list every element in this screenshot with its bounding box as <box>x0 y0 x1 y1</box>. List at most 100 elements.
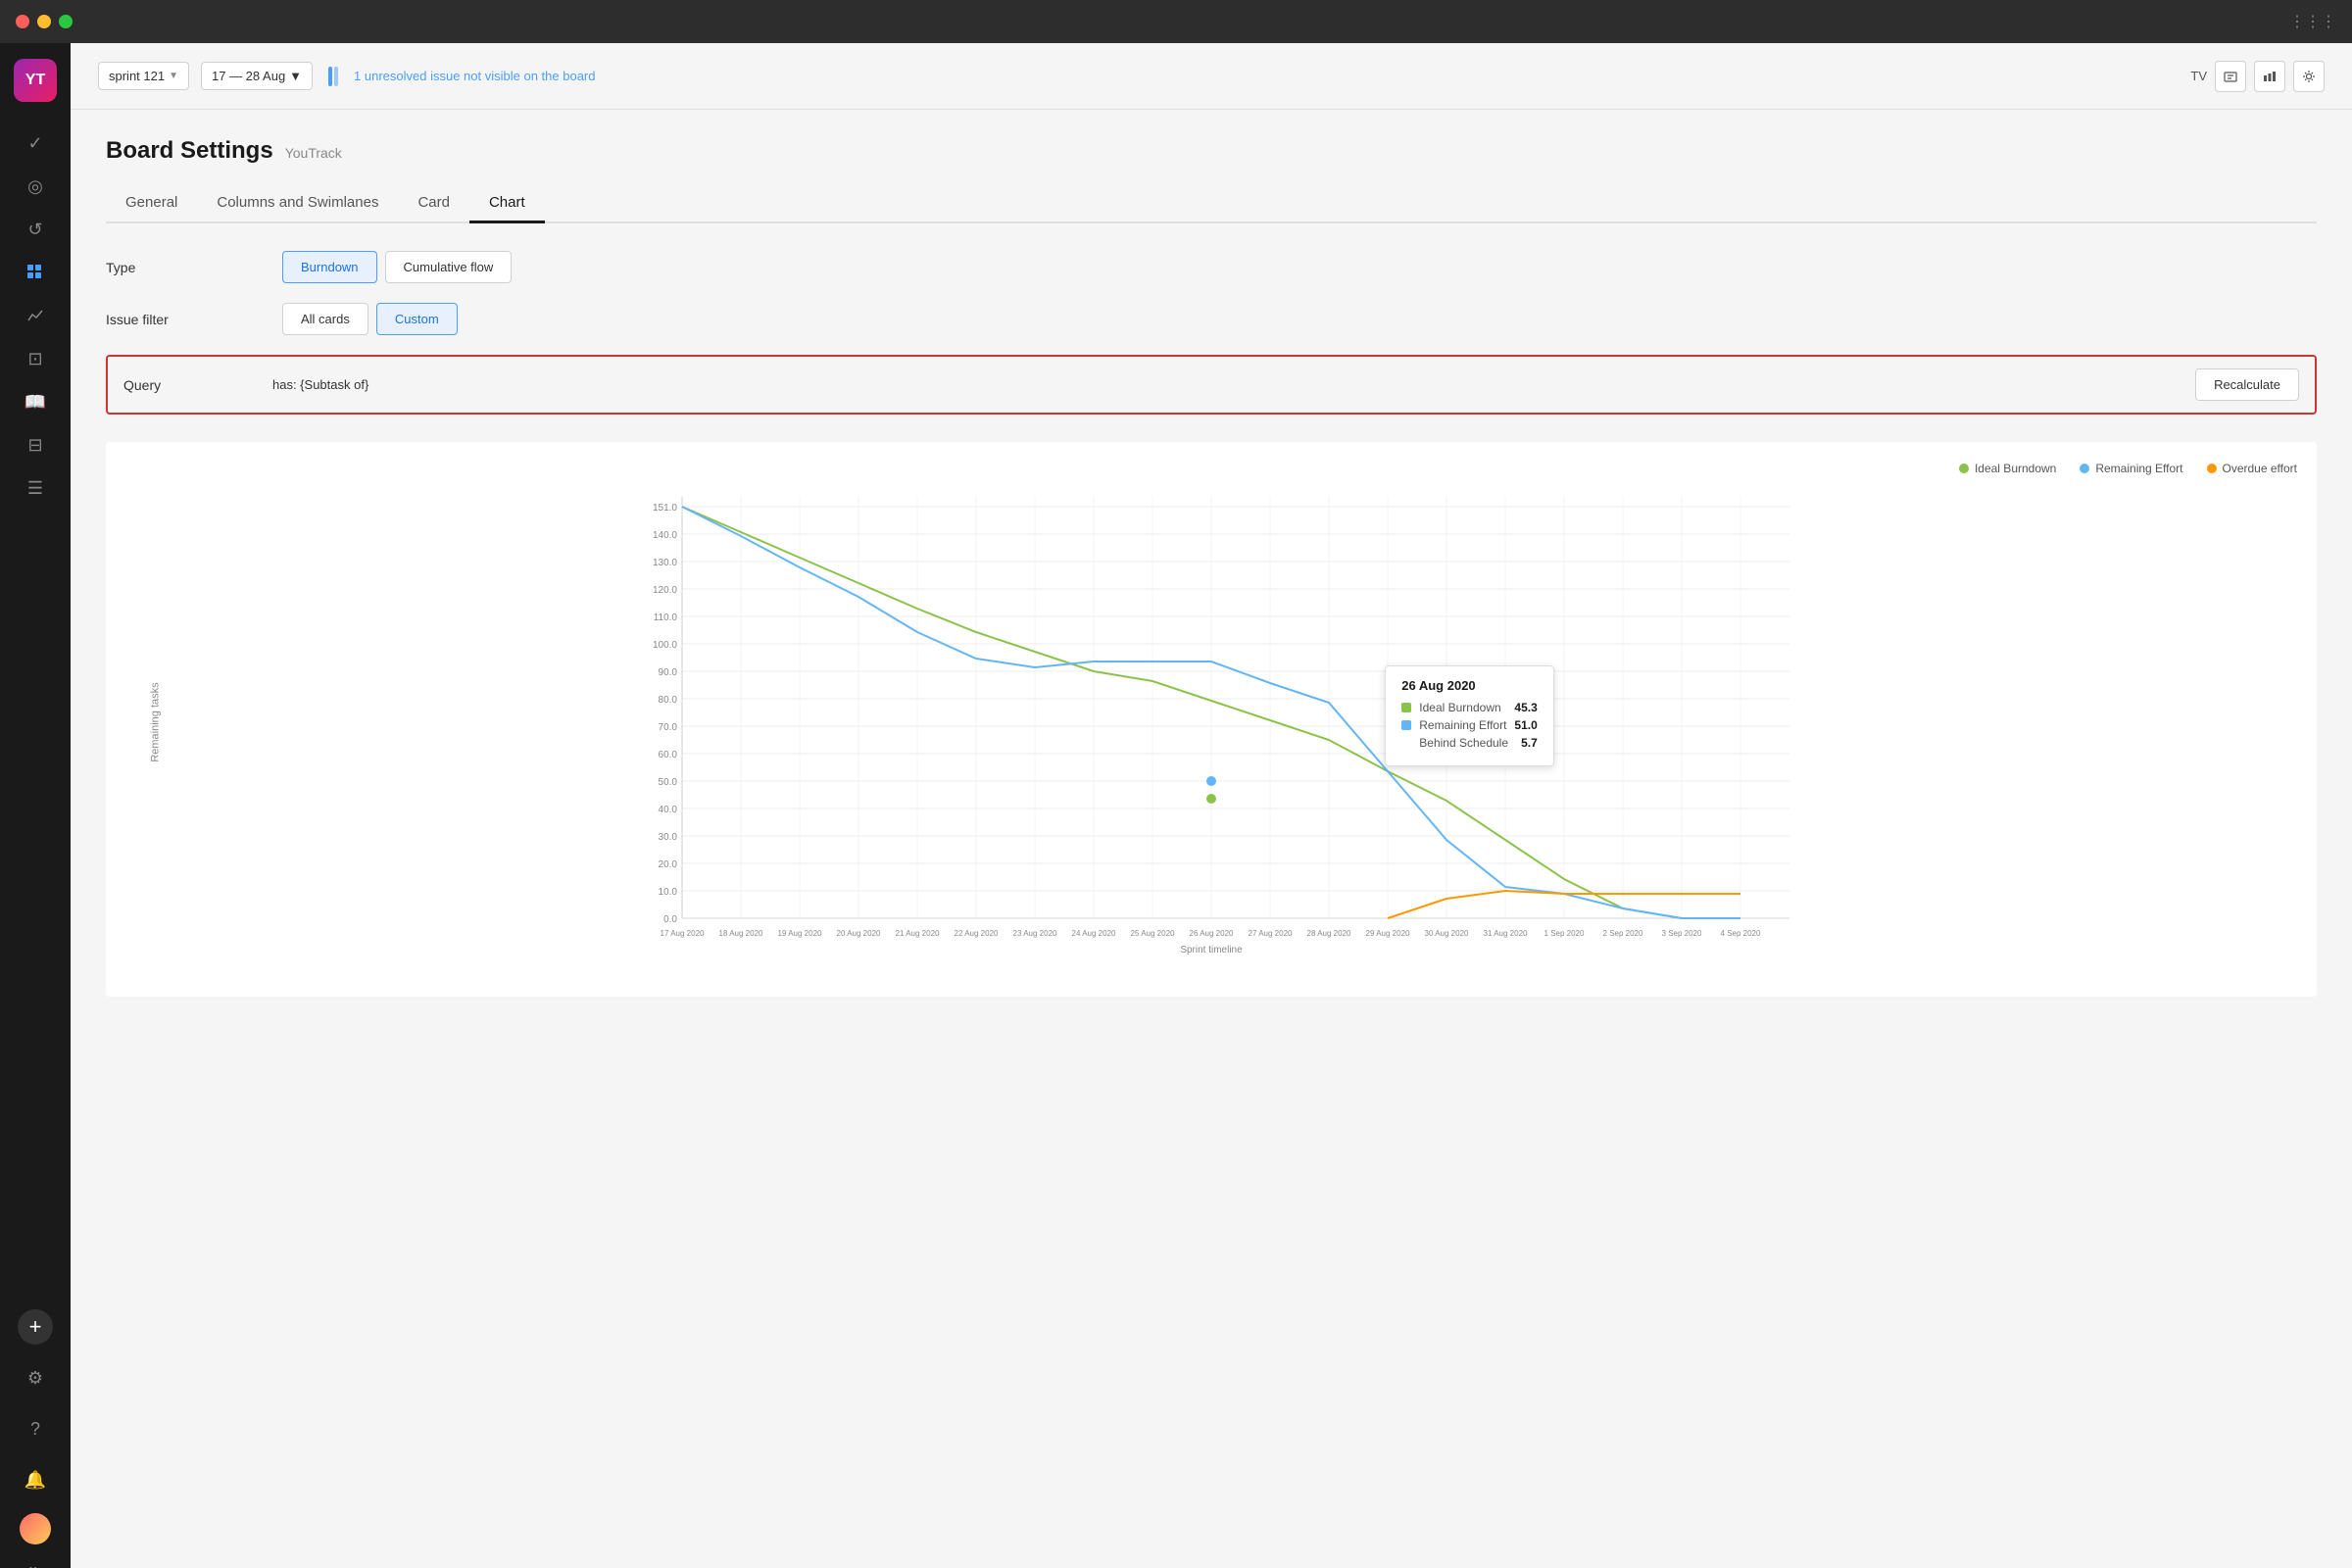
svg-text:130.0: 130.0 <box>653 558 677 568</box>
chart-container: Ideal Burndown Remaining Effort Overdue … <box>106 442 2317 997</box>
tab-general[interactable]: General <box>106 184 197 223</box>
page-header: Board Settings YouTrack <box>106 137 2317 165</box>
svg-text:27 Aug 2020: 27 Aug 2020 <box>1249 929 1293 938</box>
page-subtitle: YouTrack <box>285 145 342 161</box>
svg-text:21 Aug 2020: 21 Aug 2020 <box>896 929 940 938</box>
tab-chart[interactable]: Chart <box>469 184 545 223</box>
board-indicator <box>328 67 338 86</box>
recalculate-button[interactable]: Recalculate <box>2195 368 2299 401</box>
svg-text:3 Sep 2020: 3 Sep 2020 <box>1662 929 1702 938</box>
sprint-selector[interactable]: sprint 121 ▼ <box>98 62 189 90</box>
sidebar-item-history[interactable]: ↺ <box>18 212 53 247</box>
ideal-burndown-label: Ideal Burndown <box>1975 462 2056 475</box>
svg-text:29 Aug 2020: 29 Aug 2020 <box>1366 929 1410 938</box>
cumulative-flow-button[interactable]: Cumulative flow <box>385 251 513 283</box>
remaining-effort-label: Remaining Effort <box>2095 462 2182 475</box>
svg-text:19 Aug 2020: 19 Aug 2020 <box>778 929 822 938</box>
tv-label: TV <box>2190 61 2207 92</box>
svg-text:25 Aug 2020: 25 Aug 2020 <box>1131 929 1175 938</box>
sidebar-item-apps[interactable]: ⊡ <box>18 341 53 376</box>
sidebar-item-board[interactable] <box>18 255 53 290</box>
svg-text:31 Aug 2020: 31 Aug 2020 <box>1484 929 1528 938</box>
date-selector[interactable]: 17 — 28 Aug ▼ <box>201 62 313 90</box>
svg-text:60.0: 60.0 <box>659 750 678 760</box>
overdue-effort-dot <box>2207 464 2217 473</box>
chart-legend: Ideal Burndown Remaining Effort Overdue … <box>125 462 2297 475</box>
legend-remaining-effort: Remaining Effort <box>2080 462 2182 475</box>
svg-text:2 Sep 2020: 2 Sep 2020 <box>1603 929 1643 938</box>
type-options: Burndown Cumulative flow <box>282 251 512 283</box>
sprint-label: sprint 121 <box>109 69 165 83</box>
svg-text:100.0: 100.0 <box>653 640 677 651</box>
svg-text:110.0: 110.0 <box>654 612 678 623</box>
sidebar-item-inbox[interactable]: ⊟ <box>18 427 53 463</box>
svg-text:140.0: 140.0 <box>653 530 677 541</box>
svg-text:20.0: 20.0 <box>659 859 678 870</box>
overdue-effort-label: Overdue effort <box>2223 462 2298 475</box>
sidebar-item-analytics[interactable] <box>18 298 53 333</box>
avatar[interactable] <box>20 1513 51 1544</box>
custom-button[interactable]: Custom <box>376 303 458 335</box>
sidebar-item-checkmark[interactable]: ✓ <box>18 125 53 161</box>
ideal-burndown-dot <box>1959 464 1969 473</box>
query-label: Query <box>123 377 261 393</box>
svg-text:4 Sep 2020: 4 Sep 2020 <box>1721 929 1761 938</box>
page-content: Board Settings YouTrack General Columns … <box>71 110 2352 1568</box>
filter-options: All cards Custom <box>282 303 458 335</box>
unresolved-text[interactable]: 1 unresolved issue not visible on the bo… <box>354 69 2179 83</box>
svg-text:28 Aug 2020: 28 Aug 2020 <box>1307 929 1351 938</box>
svg-text:40.0: 40.0 <box>659 805 678 815</box>
topbar: sprint 121 ▼ 17 — 28 Aug ▼ 1 unresolved … <box>71 43 2352 110</box>
tab-columns[interactable]: Columns and Swimlanes <box>197 184 398 223</box>
svg-text:24 Aug 2020: 24 Aug 2020 <box>1072 929 1116 938</box>
chart-wrapper: Remaining tasks <box>125 487 2297 957</box>
svg-text:23 Aug 2020: 23 Aug 2020 <box>1013 929 1057 938</box>
window-menu-icon[interactable]: ⋮⋮⋮ <box>2289 12 2336 31</box>
sidebar-item-target[interactable]: ◎ <box>18 169 53 204</box>
page-title: Board Settings <box>106 137 273 165</box>
svg-text:50.0: 50.0 <box>659 777 678 788</box>
ideal-burndown-point <box>1206 794 1216 804</box>
sidebar-item-notifications[interactable]: 🔔 <box>18 1462 53 1497</box>
tabs: General Columns and Swimlanes Card Chart <box>106 184 2317 223</box>
sidebar-item-layers[interactable]: ☰ <box>18 470 53 506</box>
main-content: sprint 121 ▼ 17 — 28 Aug ▼ 1 unresolved … <box>71 43 2352 1568</box>
svg-text:10.0: 10.0 <box>659 887 678 898</box>
svg-text:30 Aug 2020: 30 Aug 2020 <box>1425 929 1469 938</box>
close-button[interactable] <box>16 15 29 28</box>
svg-text:70.0: 70.0 <box>659 722 678 733</box>
svg-text:120.0: 120.0 <box>653 585 677 596</box>
sidebar-item-help[interactable]: ? <box>18 1411 53 1446</box>
sidebar-item-settings[interactable]: ⚙ <box>18 1360 53 1396</box>
query-row: Query Recalculate <box>106 355 2317 415</box>
sidebar-bottom: + ⚙ ? 🔔 ≫ <box>18 1309 53 1568</box>
chart-button[interactable] <box>2254 61 2285 92</box>
tab-card[interactable]: Card <box>398 184 469 223</box>
svg-text:26 Aug 2020: 26 Aug 2020 <box>1190 929 1234 938</box>
topbar-actions: TV <box>2190 61 2325 92</box>
svg-text:18 Aug 2020: 18 Aug 2020 <box>719 929 763 938</box>
remaining-effort-point <box>1206 776 1216 786</box>
date-arrow-icon: ▼ <box>289 69 302 83</box>
sprint-arrow-icon: ▼ <box>169 71 178 81</box>
svg-text:22 Aug 2020: 22 Aug 2020 <box>955 929 999 938</box>
sidebar-item-book[interactable]: 📖 <box>18 384 53 419</box>
remaining-effort-dot <box>2080 464 2089 473</box>
svg-text:17 Aug 2020: 17 Aug 2020 <box>661 929 705 938</box>
minimize-button[interactable] <box>37 15 51 28</box>
date-range-label: 17 — 28 Aug <box>212 69 285 83</box>
app-logo[interactable]: YT <box>14 59 57 102</box>
svg-text:20 Aug 2020: 20 Aug 2020 <box>837 929 881 938</box>
y-axis-label: Remaining tasks <box>150 682 162 761</box>
sidebar-item-expand[interactable]: ≫ <box>18 1552 53 1568</box>
share-button[interactable] <box>2215 61 2246 92</box>
settings-gear-button[interactable] <box>2293 61 2325 92</box>
sidebar-item-add[interactable]: + <box>18 1309 53 1345</box>
maximize-button[interactable] <box>59 15 73 28</box>
burndown-button[interactable]: Burndown <box>282 251 377 283</box>
filter-setting-row: Issue filter All cards Custom <box>106 303 2317 335</box>
query-input[interactable] <box>272 377 2183 392</box>
all-cards-button[interactable]: All cards <box>282 303 368 335</box>
svg-text:Sprint timeline: Sprint timeline <box>1180 945 1243 956</box>
svg-text:80.0: 80.0 <box>659 695 678 706</box>
